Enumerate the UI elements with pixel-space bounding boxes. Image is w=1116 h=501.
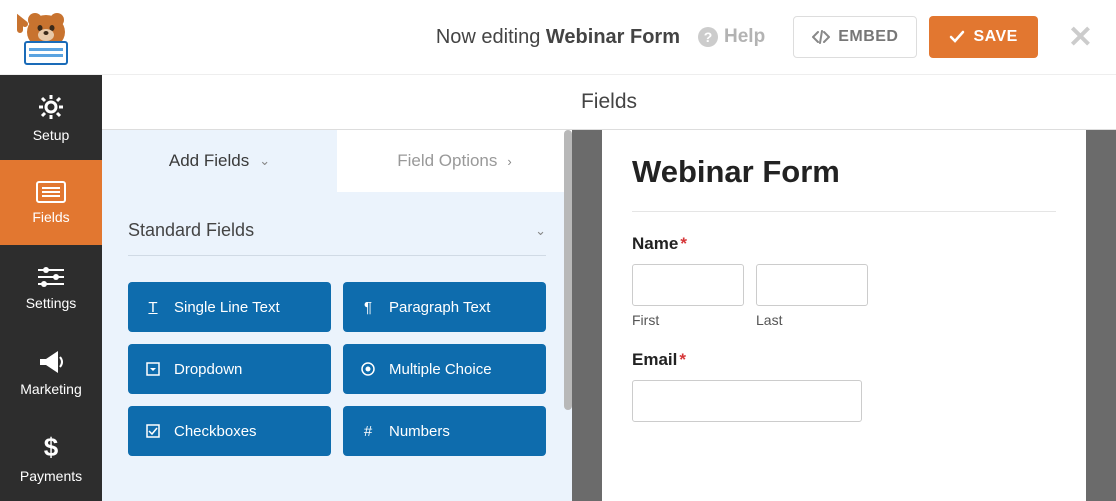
field-multiple-choice[interactable]: Multiple Choice (343, 344, 546, 394)
first-name-input[interactable] (632, 264, 744, 306)
editing-form-name: Webinar Form (546, 26, 680, 48)
list-icon (36, 181, 66, 203)
close-icon: ✕ (1068, 21, 1093, 54)
field-paragraph-text[interactable]: ¶ Paragraph Text (343, 282, 546, 332)
field-dropdown[interactable]: Dropdown (128, 344, 331, 394)
hash-icon: # (359, 423, 377, 440)
sidebar-item-fields[interactable]: Fields (0, 160, 102, 245)
sidebar-item-label: Setup (33, 127, 70, 143)
embed-label: EMBED (838, 28, 898, 46)
editing-label: Now editing Webinar Form (436, 26, 680, 49)
field-label: Single Line Text (174, 299, 280, 316)
check-icon (949, 30, 965, 44)
content-body: Add Fields ⌄ Field Options › Standard Fi… (102, 130, 1116, 501)
required-mark: * (679, 350, 686, 369)
tab-label: Field Options (397, 151, 497, 171)
tab-label: Add Fields (169, 151, 249, 171)
field-label: Numbers (389, 423, 450, 440)
field-label: Paragraph Text (389, 299, 490, 316)
name-row (632, 264, 1056, 306)
fields-grid: T Single Line Text ¶ Paragraph Text Drop… (102, 266, 572, 472)
save-label: SAVE (973, 28, 1017, 46)
editing-prefix: Now editing (436, 26, 546, 48)
email-field-label: Email* (632, 350, 1056, 370)
dropdown-icon (144, 362, 162, 376)
section-standard-fields[interactable]: Standard Fields ⌄ (128, 220, 546, 256)
required-mark: * (680, 234, 687, 253)
tab-add-fields[interactable]: Add Fields ⌄ (102, 130, 337, 192)
gear-icon (37, 93, 65, 121)
sidebar-item-setup[interactable]: Setup (0, 75, 102, 160)
sidebar-item-settings[interactable]: Settings (0, 245, 102, 330)
scrollbar[interactable] (564, 130, 572, 410)
last-name-input[interactable] (756, 264, 868, 306)
bear-logo-icon (15, 10, 77, 65)
top-bar: Now editing Webinar Form ? Help EMBED SA… (0, 0, 1116, 75)
sidebar-item-marketing[interactable]: Marketing (0, 330, 102, 415)
bullhorn-icon (36, 349, 66, 375)
last-sublabel: Last (756, 312, 868, 328)
help-icon: ? (698, 27, 718, 47)
sidebar: Setup Fields Settings Marketing $ Paymen… (0, 75, 102, 501)
chevron-down-icon: ⌄ (535, 223, 546, 239)
field-single-line-text[interactable]: T Single Line Text (128, 282, 331, 332)
panel-tabs: Add Fields ⌄ Field Options › (102, 130, 572, 192)
save-button[interactable]: SAVE (929, 16, 1037, 58)
panel-title: Fields (102, 75, 1116, 130)
form-title: Webinar Form (632, 155, 1056, 189)
sidebar-item-label: Marketing (20, 381, 81, 397)
sidebar-item-payments[interactable]: $ Payments (0, 415, 102, 500)
name-sublabels: First Last (632, 312, 1056, 328)
sidebar-item-label: Settings (26, 295, 77, 311)
app-logo (15, 10, 77, 65)
radio-icon (359, 362, 377, 376)
field-label: Dropdown (174, 361, 242, 378)
content: Fields Add Fields ⌄ Field Options › Stan… (102, 75, 1116, 501)
fields-panel: Add Fields ⌄ Field Options › Standard Fi… (102, 130, 572, 501)
svg-text:$: $ (44, 432, 59, 462)
sidebar-item-label: Payments (20, 468, 82, 484)
form-preview-wrap: Webinar Form Name* First Last Email* (572, 130, 1116, 501)
field-checkboxes[interactable]: Checkboxes (128, 406, 331, 456)
code-icon (812, 30, 830, 44)
help-link[interactable]: ? Help (698, 26, 765, 48)
section-title: Standard Fields (128, 220, 254, 241)
first-sublabel: First (632, 312, 744, 328)
form-preview: Webinar Form Name* First Last Email* (602, 130, 1086, 501)
text-cursor-icon: T (144, 299, 162, 316)
embed-button[interactable]: EMBED (793, 16, 917, 58)
tab-field-options[interactable]: Field Options › (337, 130, 572, 192)
close-button[interactable]: ✕ (1068, 20, 1093, 55)
paragraph-icon: ¶ (359, 299, 377, 316)
email-input[interactable] (632, 380, 862, 422)
chevron-right-icon: › (507, 154, 511, 169)
field-numbers[interactable]: # Numbers (343, 406, 546, 456)
help-label: Help (724, 26, 765, 48)
dollar-icon: $ (42, 432, 60, 462)
checkbox-icon (144, 424, 162, 438)
divider (632, 211, 1056, 212)
name-field-label: Name* (632, 234, 1056, 254)
field-label: Multiple Choice (389, 361, 492, 378)
main-area: Setup Fields Settings Marketing $ Paymen… (0, 75, 1116, 501)
sidebar-item-label: Fields (32, 209, 69, 225)
sliders-icon (36, 265, 66, 289)
chevron-down-icon: ⌄ (259, 153, 270, 169)
field-label: Checkboxes (174, 423, 257, 440)
